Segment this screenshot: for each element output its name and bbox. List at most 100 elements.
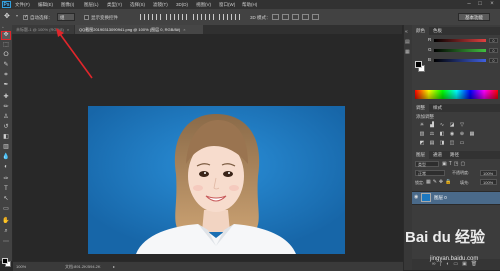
zoom-tool[interactable]: ⌕ — [2, 228, 10, 235]
gradient-map-icon[interactable]: ▭ — [458, 140, 466, 146]
foreground-color-swatch[interactable] — [2, 258, 8, 264]
curves-icon[interactable]: ∿ — [438, 122, 446, 128]
eyedropper-tool[interactable]: ✒ — [2, 82, 10, 89]
collapse-toolbox-icon[interactable]: » — [2, 26, 10, 29]
menu-type[interactable]: 类型(Y) — [107, 1, 122, 8]
status-menu-arrow-icon[interactable]: ▸ — [113, 263, 115, 270]
gradient-tool[interactable]: ▥ — [2, 144, 10, 151]
distribute-vcenter-icon[interactable] — [201, 14, 206, 20]
stamp-tool[interactable]: ♙ — [2, 114, 10, 121]
lasso-tool[interactable]: ⵔ — [2, 52, 10, 59]
channel-r-value[interactable]: 0 — [489, 38, 498, 43]
layer-kind-filter[interactable]: 类型 — [415, 161, 439, 167]
tab-channels[interactable]: 通道 — [429, 151, 446, 159]
tab-swatches[interactable]: 色板 — [429, 27, 446, 35]
align-top-icon[interactable] — [140, 14, 145, 20]
fill-input[interactable]: 100% — [480, 179, 497, 185]
properties-panel-icon[interactable]: ▦ — [405, 49, 411, 55]
menu-select[interactable]: 选择(S) — [130, 1, 145, 8]
channel-b-value[interactable]: 0 — [489, 58, 498, 63]
zoom-level[interactable]: 100% — [16, 263, 26, 270]
3d-scale-icon[interactable] — [312, 14, 319, 20]
menu-3d[interactable]: 3D(D) — [176, 1, 188, 8]
align-hcenter-icon[interactable] — [174, 14, 179, 20]
auto-select-checkbox[interactable] — [23, 14, 28, 20]
menu-image[interactable]: 图像(I) — [61, 1, 74, 8]
type-tool[interactable]: T — [2, 186, 10, 193]
document-canvas[interactable] — [88, 106, 345, 254]
menu-file[interactable]: 文件(F) — [15, 1, 30, 8]
tab-layers[interactable]: 图层 — [412, 151, 429, 159]
panel-foreground-swatch[interactable] — [415, 61, 422, 68]
color-balance-icon[interactable]: ⚖ — [428, 131, 436, 137]
menu-layer[interactable]: 图层(L) — [84, 1, 99, 8]
tab-paths[interactable]: 路径 — [446, 151, 463, 159]
lock-icons[interactable]: ▦✎✥🔒 — [426, 179, 453, 185]
tab-color[interactable]: 颜色 — [412, 27, 429, 35]
color-lookup-icon[interactable]: ▦ — [468, 131, 476, 137]
layer-name[interactable]: 图层 0 — [434, 195, 447, 201]
distribute-left-icon[interactable] — [219, 14, 224, 20]
channel-r-slider[interactable] — [434, 39, 486, 42]
layer-filter-icons[interactable]: ▣T◳▢ — [442, 161, 467, 167]
close-icon[interactable]: × — [488, 1, 496, 7]
align-left-icon[interactable] — [166, 14, 171, 20]
distribute-right-icon[interactable] — [235, 14, 240, 20]
photo-filter-icon[interactable]: ◉ — [448, 131, 456, 137]
canvas-area[interactable] — [13, 34, 403, 261]
tab-close-icon[interactable]: × — [67, 27, 69, 32]
3d-slide-icon[interactable] — [302, 14, 309, 20]
menu-edit[interactable]: 编辑(E) — [38, 1, 53, 8]
3d-rotate-icon[interactable] — [272, 14, 279, 20]
distribute-top-icon[interactable] — [193, 14, 198, 20]
workspace-switcher[interactable]: 基本功能 — [458, 13, 490, 21]
distribute-bottom-icon[interactable] — [209, 14, 214, 20]
history-panel-icon[interactable]: ▤ — [405, 39, 411, 45]
history-brush-tool[interactable]: ↺ — [2, 124, 10, 131]
blur-tool[interactable]: 💧 — [2, 154, 10, 161]
opacity-input[interactable]: 100% — [480, 170, 497, 176]
eye-icon[interactable]: ◉ — [414, 195, 419, 200]
exposure-icon[interactable]: ◪ — [448, 122, 456, 128]
quick-select-tool[interactable]: ✎ — [2, 62, 10, 69]
hue-saturation-icon[interactable]: ▥ — [418, 131, 426, 137]
tab-styles[interactable]: 样式 — [429, 104, 446, 112]
marquee-tool[interactable]: ⬚ — [2, 42, 10, 49]
align-right-icon[interactable] — [182, 14, 187, 20]
tab-close-icon[interactable]: × — [183, 27, 185, 32]
distribute-hcenter-icon[interactable] — [227, 14, 232, 20]
3d-roll-icon[interactable] — [282, 14, 289, 20]
tab-adjustments[interactable]: 调整 — [412, 104, 429, 112]
crop-tool[interactable]: ⌗ — [2, 72, 10, 79]
align-bottom-icon[interactable] — [156, 14, 161, 20]
posterize-icon[interactable]: ▤ — [428, 140, 436, 146]
move-tool-preset-icon[interactable]: ✥ — [4, 13, 14, 21]
3d-drag-icon[interactable] — [292, 14, 299, 20]
collapse-panels-icon[interactable]: « — [405, 29, 411, 35]
minimize-icon[interactable]: – — [465, 1, 473, 7]
healing-tool[interactable]: ✚ — [2, 94, 10, 101]
show-transform-checkbox[interactable] — [84, 15, 89, 20]
path-select-tool[interactable]: ↖ — [2, 196, 10, 203]
vibrance-icon[interactable]: ▽ — [458, 122, 466, 128]
tab-active-document[interactable]: QQ截图20190313090941.png @ 100% (图层 0, RGB… — [75, 25, 203, 34]
threshold-icon[interactable]: ◨ — [438, 140, 446, 146]
channel-g-value[interactable]: 0 — [489, 48, 498, 53]
menu-view[interactable]: 视图(V) — [196, 1, 211, 8]
tab-untitled-1[interactable]: 未标题-1 @ 100% (RGB/8) × — [12, 25, 74, 34]
maximize-icon[interactable]: □ — [476, 1, 484, 7]
menu-help[interactable]: 帮助(H) — [242, 1, 257, 8]
menu-window[interactable]: 窗口(W) — [219, 1, 235, 8]
pen-tool[interactable]: ✑ — [2, 176, 10, 183]
selective-color-icon[interactable]: ◫ — [448, 140, 456, 146]
brush-tool[interactable]: ✏ — [2, 104, 10, 111]
move-tool[interactable]: ✥ — [1, 31, 11, 40]
menu-filter[interactable]: 滤镜(T) — [153, 1, 168, 8]
black-white-icon[interactable]: ◧ — [438, 131, 446, 137]
levels-icon[interactable]: ▟ — [428, 122, 436, 128]
hand-tool[interactable]: ✋ — [2, 218, 10, 225]
chevron-down-icon[interactable]: ▾ — [16, 13, 18, 18]
shape-tool[interactable]: ▭ — [2, 206, 10, 213]
align-vcenter-icon[interactable] — [148, 14, 153, 20]
invert-icon[interactable]: ◩ — [418, 140, 426, 146]
